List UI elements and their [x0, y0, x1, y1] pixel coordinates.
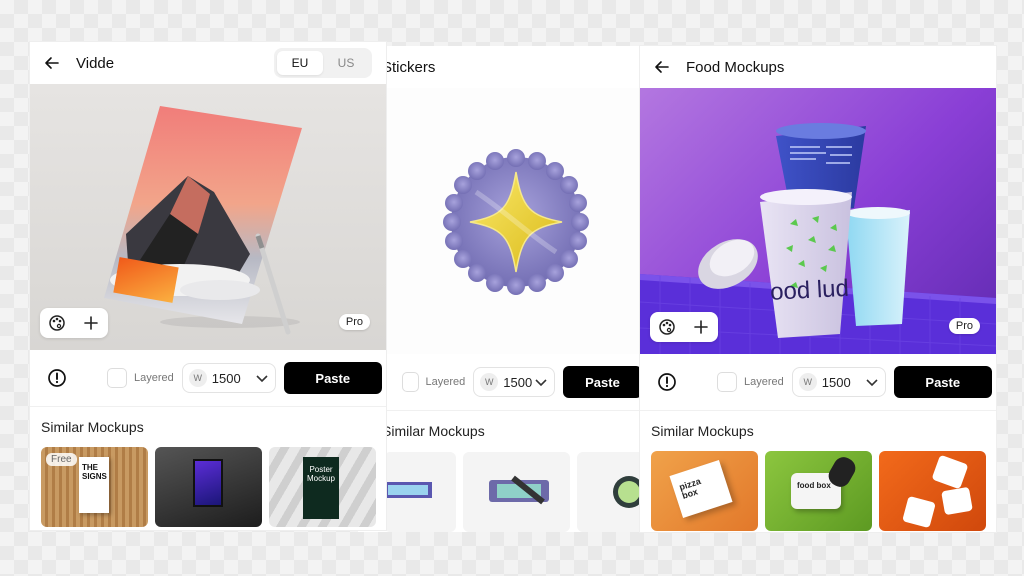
edit-toolbar [40, 308, 108, 338]
similar-mockups-title: Similar Mockups [41, 419, 144, 435]
page-title: Vidde [76, 54, 115, 72]
mockup-thumbnail[interactable]: Poster Mockup [269, 447, 376, 527]
panel-header: Food Mockups [640, 46, 996, 88]
sticker-roll-image [489, 475, 549, 505]
info-icon[interactable] [657, 372, 677, 392]
mockup-thumbnail[interactable] [384, 452, 456, 532]
food-mockups-panel: Food Mockups ood lud Pro Layered W 1500 … [640, 46, 996, 532]
mockup-thumbnail[interactable] [879, 451, 986, 531]
width-badge: W [798, 373, 817, 391]
export-controls: Layered W 1500 Paste [358, 356, 642, 408]
layered-label: Layered [425, 376, 466, 388]
round-sticker-image [613, 476, 642, 508]
page-title: Stickers [382, 58, 436, 76]
mockup-thumbnail[interactable]: THE SIGNS Free [41, 447, 148, 527]
cup [941, 486, 973, 516]
sticker-illustration [443, 149, 589, 295]
similar-mockups-list: THE SIGNS Free Poster Mockup [41, 447, 376, 527]
stickers-panel: Stickers Layered W 1500 Paste Similar Mo… [358, 46, 642, 532]
pizza-box-text: pizza box [677, 476, 702, 501]
region-option-eu[interactable]: EU [277, 51, 323, 75]
layered-checkbox[interactable] [402, 372, 419, 392]
mockup-thumbnail[interactable] [463, 452, 570, 532]
free-badge: Free [46, 453, 77, 466]
palette-icon[interactable] [46, 312, 68, 334]
paste-button[interactable]: Paste [893, 366, 992, 398]
chevron-down-icon [866, 379, 878, 387]
pizza-box: pizza box [669, 460, 733, 518]
mockup-preview[interactable]: ood lud Pro [640, 88, 996, 354]
layered-label: Layered [134, 372, 174, 384]
poster: Poster Mockup [303, 457, 339, 519]
cup [902, 495, 936, 529]
panel-header: Vidde EU US [30, 42, 386, 84]
similar-mockups-list [384, 452, 642, 532]
width-select[interactable]: W 1500 [181, 363, 276, 393]
palette-icon[interactable] [656, 316, 678, 338]
region-option-us[interactable]: US [323, 51, 369, 75]
sign-board: THE SIGNS [79, 457, 109, 513]
vidde-panel: Vidde EU US Pro Layered W 1500 Paste Sim… [30, 42, 386, 530]
paste-button[interactable]: Paste [283, 362, 382, 394]
divider [358, 410, 642, 411]
chevron-down-icon [256, 375, 268, 383]
mockup-preview[interactable]: Pro [30, 84, 386, 350]
similar-mockups-title: Similar Mockups [382, 423, 485, 439]
info-icon[interactable] [47, 368, 67, 388]
plus-icon[interactable] [80, 312, 102, 334]
tablet-screen [193, 459, 223, 507]
paste-button[interactable]: Paste [563, 366, 642, 398]
sticker-strip-image [384, 482, 432, 498]
edit-toolbar [650, 312, 718, 342]
width-value: 1500 [821, 374, 851, 390]
layered-label: Layered [744, 376, 784, 388]
mockup-thumbnail[interactable] [577, 452, 642, 532]
export-controls: Layered W 1500 Paste [30, 352, 386, 404]
pro-badge: Pro [338, 314, 370, 330]
layered-checkbox[interactable] [717, 372, 737, 392]
width-badge: W [480, 373, 499, 391]
width-select[interactable]: W 1500 [791, 367, 886, 397]
mockup-thumbnail[interactable]: food box [765, 451, 872, 531]
layered-checkbox[interactable] [107, 368, 127, 388]
similar-mockups-title: Similar Mockups [651, 423, 754, 439]
divider [30, 406, 386, 407]
plus-icon[interactable] [690, 316, 712, 338]
back-arrow-icon[interactable] [654, 58, 672, 76]
poster-text: Poster Mockup [306, 465, 335, 483]
mockup-preview[interactable] [358, 88, 642, 354]
similar-mockups-list: pizza box food box [651, 451, 986, 531]
width-select[interactable]: W 1500 [473, 367, 555, 397]
sign-text: THE SIGNS [82, 463, 107, 481]
panel-header: Stickers [358, 46, 642, 88]
chevron-down-icon [535, 379, 547, 387]
pro-badge: Pro [948, 318, 980, 334]
width-value: 1500 [503, 374, 533, 390]
width-badge: W [188, 369, 207, 387]
back-arrow-icon[interactable] [44, 54, 62, 72]
cup [931, 454, 969, 490]
region-toggle: EU US [274, 48, 372, 78]
export-controls: Layered W 1500 Paste [640, 356, 996, 408]
mockup-thumbnail[interactable] [155, 447, 262, 527]
page-title: Food Mockups [686, 58, 785, 76]
divider [640, 410, 996, 411]
width-value: 1500 [211, 370, 241, 386]
mockup-thumbnail[interactable]: pizza box [651, 451, 758, 531]
cup-text: ood lud [769, 275, 849, 306]
